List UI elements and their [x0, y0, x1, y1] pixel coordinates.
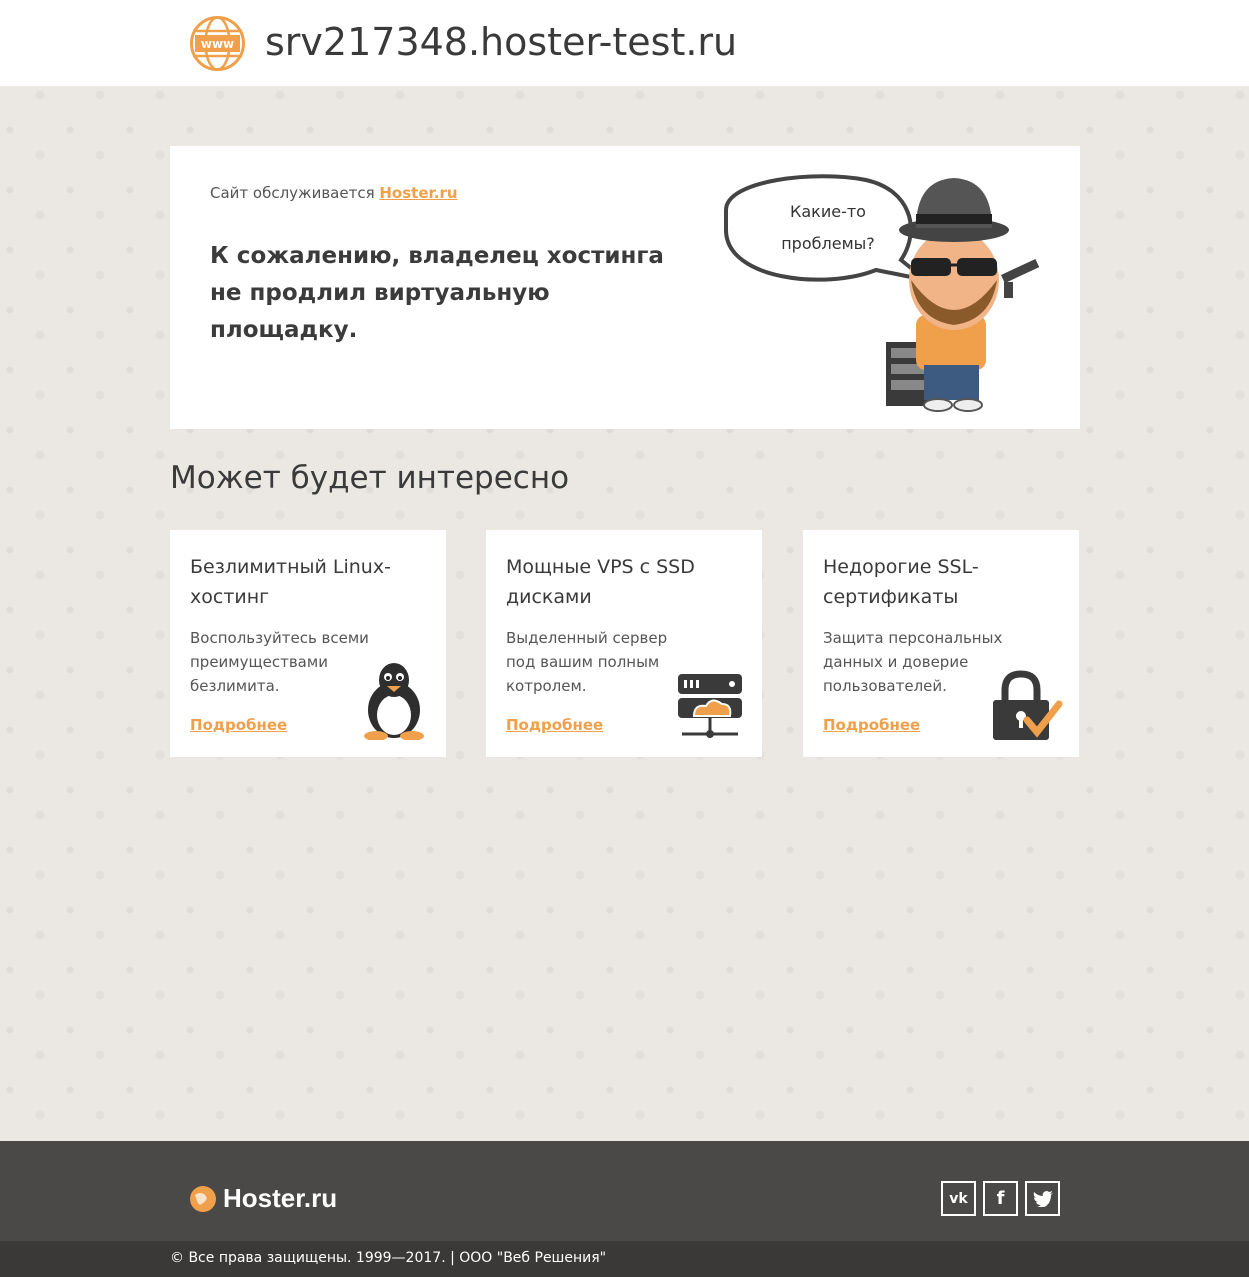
hero-headline: К сожалению, владелец хостинга не продли… [210, 243, 664, 343]
footer: Hoster.ru vk f [0, 1141, 1249, 1241]
speech-bubble-text: Какие-то проблемы? [781, 202, 875, 253]
footer-brand: Hoster.ru [223, 1183, 338, 1213]
footer-logo[interactable]: Hoster.ru [189, 1183, 337, 1214]
padlock-check-icon [993, 670, 1063, 740]
card-vps-ssd: Мощные VPS с SSD дисками Выделенный серв… [486, 530, 762, 757]
more-link[interactable]: Подробнее [823, 716, 920, 734]
facebook-icon[interactable]: f [983, 1181, 1018, 1216]
svg-text:www: www [201, 37, 234, 51]
hoster-link[interactable]: Hoster.ru [379, 184, 457, 202]
linux-penguin-icon [364, 663, 424, 740]
hero-panel: Сайт обслуживается Hoster.ru К сожалению… [170, 146, 1080, 429]
served-by: Сайт обслуживается Hoster.ru [210, 184, 458, 202]
copyright-bar: © Все права защищены. 1999—2017. | ООО "… [0, 1241, 1249, 1277]
hoster-globe-icon [190, 1185, 216, 1212]
section-title: Может будет интересно [170, 460, 570, 496]
copyright-text: © Все права защищены. 1999—2017. | ООО "… [170, 1250, 607, 1266]
vk-icon[interactable]: vk [941, 1181, 976, 1216]
more-link[interactable]: Подробнее [506, 716, 603, 734]
card-text: Воспользуйтесь всеми преимуществами безл… [190, 629, 369, 695]
page-title: srv217348.hoster-test.ru [265, 20, 738, 64]
server-cloud-icon [678, 674, 742, 738]
top-bar: www srv217348.hoster-test.ru [0, 0, 1249, 86]
card-ssl: Недорогие SSL-сертификаты Защита персона… [803, 530, 1079, 757]
card-text: Защита персональных данных и доверие пол… [823, 629, 1003, 695]
card-title: Безлимитный Linux-хостинг [190, 556, 391, 608]
twitter-icon[interactable] [1025, 1181, 1060, 1216]
www-globe-icon: www [190, 16, 245, 71]
served-by-label: Сайт обслуживается [210, 184, 375, 202]
card-linux-hosting: Безлимитный Linux-хостинг Воспользуйтесь… [170, 530, 446, 757]
card-title: Мощные VPS с SSD дисками [506, 556, 695, 608]
card-title: Недорогие SSL-сертификаты [823, 556, 979, 608]
more-link[interactable]: Подробнее [190, 716, 287, 734]
card-text: Выделенный сервер под вашим полным котро… [506, 629, 668, 695]
